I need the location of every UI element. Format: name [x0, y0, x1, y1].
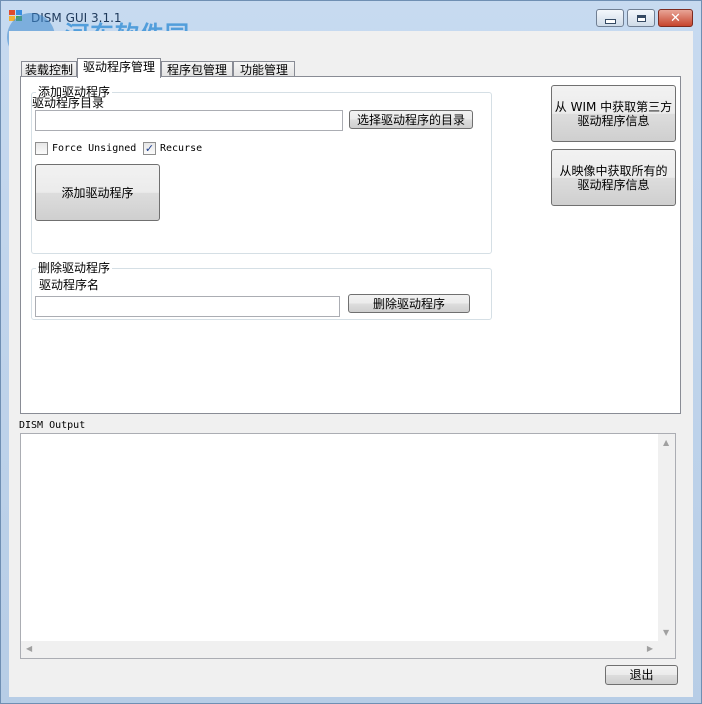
minimize-icon: [604, 18, 616, 24]
get-image-all-line1: 从映像中获取所有的: [559, 163, 668, 178]
add-driver-button[interactable]: 添加驱动程序: [35, 164, 160, 221]
dism-output-textarea[interactable]: ▲ ▼ ◀ ▶: [20, 433, 676, 659]
recurse-checkbox[interactable]: ✓: [143, 142, 156, 155]
tab-package-management[interactable]: 程序包管理: [161, 61, 233, 77]
remove-driver-group-title: 删除驱动程序: [36, 261, 113, 275]
force-unsigned-checkbox[interactable]: [35, 142, 48, 155]
scrollbar-corner: [658, 641, 675, 658]
close-icon: ✕: [670, 10, 681, 26]
recurse-label: Recurse: [160, 143, 203, 154]
get-wim-third-party-line2: 驱动程序信息: [577, 113, 650, 128]
driver-management-panel: 添加驱动程序 驱动程序目录 选择驱动程序的目录 Force Unsigned ✓…: [20, 76, 681, 414]
checkmark-icon: ✓: [144, 142, 155, 155]
tab-feature-management[interactable]: 功能管理: [233, 61, 295, 77]
title-bar[interactable]: DISM GUI 3.1.1 ✕: [1, 1, 701, 29]
client-area: 装载控制 驱动程序管理 程序包管理 功能管理 添加驱动程序 驱动程序目录 选择驱…: [9, 31, 693, 697]
get-image-all-driver-info-button[interactable]: 从映像中获取所有的 驱动程序信息: [551, 149, 676, 206]
get-image-all-line2: 驱动程序信息: [577, 177, 650, 192]
driver-dir-label: 驱动程序目录: [32, 96, 105, 110]
browse-driver-dir-button[interactable]: 选择驱动程序的目录: [349, 110, 473, 129]
tab-mount-control[interactable]: 装载控制: [21, 61, 77, 77]
maximize-button[interactable]: [627, 9, 655, 27]
minimize-button[interactable]: [596, 9, 624, 27]
tab-driver-management[interactable]: 驱动程序管理: [77, 58, 161, 78]
scroll-up-icon[interactable]: ▲: [663, 439, 669, 447]
get-wim-third-party-driver-info-button[interactable]: 从 WIM 中获取第三方 驱动程序信息: [551, 85, 676, 142]
app-window: DISM GUI 3.1.1 ✕ Tools 河东软件园 www.pc0359.…: [0, 0, 702, 704]
scroll-left-icon[interactable]: ◀: [26, 645, 32, 653]
maximize-icon: [636, 14, 646, 22]
output-vertical-scrollbar[interactable]: ▲ ▼: [658, 434, 675, 642]
dism-output-label: DISM Output: [19, 420, 86, 431]
force-unsigned-label: Force Unsigned: [52, 143, 137, 154]
window-title: DISM GUI 3.1.1: [31, 11, 122, 25]
close-button[interactable]: ✕: [658, 9, 693, 27]
output-horizontal-scrollbar[interactable]: ◀ ▶: [21, 641, 658, 658]
driver-name-label: 驱动程序名: [39, 278, 100, 292]
app-icon: [9, 10, 23, 22]
scroll-right-icon[interactable]: ▶: [647, 645, 653, 653]
remove-driver-button[interactable]: 删除驱动程序: [348, 294, 470, 313]
driver-dir-input[interactable]: [35, 110, 343, 131]
driver-name-input[interactable]: [35, 296, 340, 317]
get-wim-third-party-line1: 从 WIM 中获取第三方: [554, 99, 673, 114]
scroll-down-icon[interactable]: ▼: [663, 629, 669, 637]
exit-button[interactable]: 退出: [605, 665, 678, 685]
